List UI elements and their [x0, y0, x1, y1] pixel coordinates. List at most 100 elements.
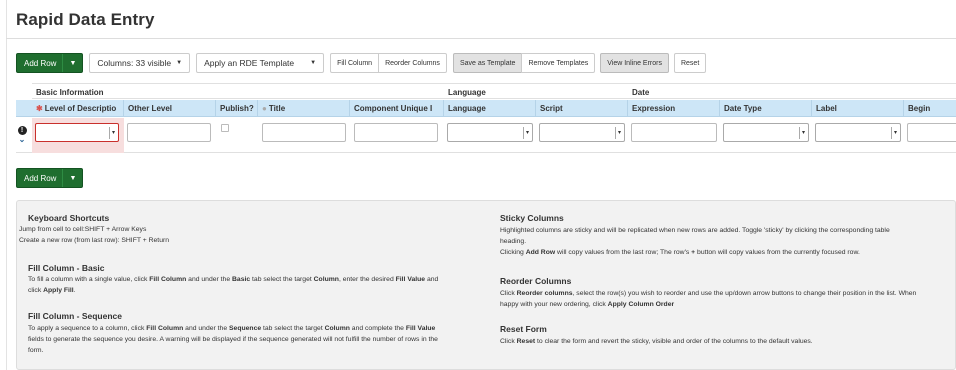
- col-language[interactable]: Language: [444, 100, 536, 117]
- col-script[interactable]: Script: [536, 100, 628, 117]
- text: and under the: [183, 325, 230, 332]
- caret-down-icon[interactable]: ▼: [62, 54, 82, 72]
- col-level-of-description[interactable]: ✱ Level of Descriptio: [32, 100, 124, 117]
- col-label[interactable]: Label: [812, 100, 904, 117]
- other-level-input[interactable]: [127, 123, 211, 142]
- text: will copy values from the last row; The …: [555, 249, 692, 256]
- save-as-template-button[interactable]: Save as Template: [452, 53, 523, 73]
- template-select[interactable]: Apply an RDE Template ▼: [196, 53, 325, 73]
- text-bold: Fill Column: [146, 325, 184, 332]
- add-row-label[interactable]: Add Row: [17, 54, 62, 72]
- col-begin-label[interactable]: Begin: [908, 104, 930, 113]
- col-label-label[interactable]: Label: [816, 104, 837, 113]
- component-unique-id-input[interactable]: [354, 123, 438, 142]
- col-publish[interactable]: Publish?: [216, 100, 258, 117]
- reorder-columns-button[interactable]: Reorder Columns: [378, 53, 447, 73]
- language-select[interactable]: ▾: [447, 123, 533, 142]
- text: Click: [500, 290, 517, 297]
- text-bold: Apply Fill: [43, 287, 74, 294]
- reset-button[interactable]: Reset: [673, 53, 707, 73]
- text-bold: Fill Value: [395, 276, 426, 283]
- col-expression[interactable]: Expression: [628, 100, 720, 117]
- text-bold: Column: [313, 276, 339, 283]
- col-date-type[interactable]: Date Type: [720, 100, 812, 117]
- add-row-button[interactable]: Add Row ▼: [16, 53, 84, 73]
- col-title[interactable]: ● Title: [258, 100, 350, 117]
- label-select[interactable]: ▾: [815, 123, 901, 142]
- group-basic-information: Basic Information: [32, 83, 444, 99]
- text: fields to generate the sequence you desi…: [28, 336, 438, 343]
- text: tab select the target: [250, 276, 314, 283]
- chevron-down-icon[interactable]: ⌄: [16, 135, 28, 144]
- col-level-of-description-label[interactable]: Level of Descriptio: [45, 104, 117, 113]
- view-inline-errors-button[interactable]: View Inline Errors: [600, 53, 669, 73]
- col-title-label[interactable]: Title: [269, 104, 285, 113]
- text-bold: Fill Value: [405, 325, 436, 332]
- text: to clear the form and revert the sticky,…: [535, 338, 813, 345]
- remove-templates-button[interactable]: Remove Templates: [521, 53, 596, 73]
- text: , enter the desired: [338, 276, 396, 283]
- script-select[interactable]: ▾: [539, 123, 625, 142]
- text: Clicking: [500, 249, 526, 256]
- text: click: [28, 287, 44, 294]
- sticky-columns-text: Highlighted columns are sticky and will …: [500, 225, 952, 258]
- exclamation-icon[interactable]: !: [17, 126, 27, 135]
- col-expression-label[interactable]: Expression: [632, 104, 675, 113]
- text-bold: Basic: [232, 276, 251, 283]
- add-row-button[interactable]: Add Row ▼: [16, 168, 84, 188]
- caret-down-icon[interactable]: ▼: [310, 60, 316, 66]
- begin-input[interactable]: [907, 123, 956, 142]
- text: and: [425, 276, 439, 283]
- col-publish-label[interactable]: Publish?: [220, 104, 254, 113]
- group-date: Date: [628, 83, 956, 99]
- publish-checkbox[interactable]: [221, 124, 229, 132]
- column-header-row: ✱ Level of Descriptio Other Level Publish…: [16, 100, 956, 117]
- text-bold: Sequence: [229, 325, 262, 332]
- expression-input[interactable]: [631, 123, 717, 142]
- reorder-columns-heading: Reorder Columns: [500, 276, 572, 286]
- text-bold: Fill Column: [149, 276, 187, 283]
- add-row-label[interactable]: Add Row: [17, 169, 62, 187]
- text: , select the row(s) you wish to reorder …: [572, 290, 917, 297]
- keyboard-shortcut-line: Create a new row (from last row): SHIFT …: [19, 237, 170, 244]
- level-of-description-select[interactable]: ▾: [35, 123, 119, 142]
- text: and complete the: [349, 325, 406, 332]
- table-row: ! ⌄ ▾ ▾ ▾ ▾ ▾: [16, 118, 956, 153]
- select-arrow-icon[interactable]: ▾: [615, 127, 623, 139]
- select-arrow-icon[interactable]: ▾: [109, 127, 117, 139]
- reset-form-heading: Reset Form: [500, 324, 547, 334]
- required-asterisk-icon: ✱: [36, 104, 43, 113]
- keyboard-shortcuts-heading: Keyboard Shortcuts: [28, 213, 110, 223]
- col-language-label[interactable]: Language: [448, 104, 486, 113]
- text: button will copy values from the current…: [695, 249, 860, 256]
- columns-visible-dropdown[interactable]: Columns: 33 visible ▼: [89, 53, 191, 73]
- text-bold: Apply Column Order: [607, 301, 675, 308]
- col-date-type-label[interactable]: Date Type: [724, 104, 762, 113]
- text: happy with your new ordering, click: [500, 301, 608, 308]
- col-script-label[interactable]: Script: [540, 104, 563, 113]
- keyboard-shortcut-line: Jump from cell to cell:SHIFT + Arrow Key…: [19, 226, 147, 233]
- col-component-unique-id[interactable]: Component Unique I: [350, 100, 444, 117]
- fill-column-button[interactable]: Fill Column: [330, 53, 380, 73]
- caret-down-icon[interactable]: ▼: [176, 60, 182, 66]
- title-input[interactable]: [262, 123, 346, 142]
- select-arrow-icon[interactable]: ▾: [523, 127, 531, 139]
- text: tab select the target: [261, 325, 325, 332]
- text: heading.: [500, 238, 527, 245]
- left-border: [6, 0, 7, 370]
- select-arrow-icon[interactable]: ▾: [891, 127, 899, 139]
- text: To apply a sequence to a column, click: [28, 325, 147, 332]
- text-bold: Add Row: [525, 249, 556, 256]
- template-select-label[interactable]: Apply an RDE Template: [204, 58, 294, 68]
- caret-down-icon[interactable]: ▼: [62, 169, 82, 187]
- col-other-level-label[interactable]: Other Level: [128, 104, 172, 113]
- col-begin[interactable]: Begin: [904, 100, 956, 117]
- date-type-select[interactable]: ▾: [723, 123, 809, 142]
- col-component-unique-id-label[interactable]: Component Unique I: [354, 104, 432, 113]
- row-controls: ! ⌄: [16, 126, 28, 144]
- columns-visible-label[interactable]: Columns: 33 visible: [97, 58, 171, 68]
- help-panel: Keyboard Shortcuts Jump from cell to cel…: [16, 200, 956, 370]
- col-other-level[interactable]: Other Level: [124, 100, 216, 117]
- select-arrow-icon[interactable]: ▾: [799, 127, 807, 139]
- text-bold: Reset: [516, 338, 536, 345]
